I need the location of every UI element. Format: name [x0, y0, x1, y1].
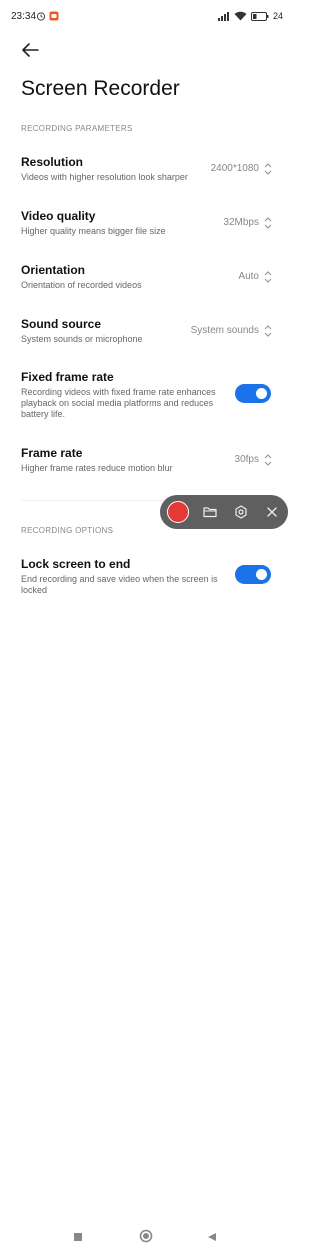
folder-icon[interactable] [202, 504, 218, 520]
page-title: Screen Recorder [21, 77, 180, 100]
alarm-icon [36, 12, 46, 21]
setting-subtitle: Videos with higher resolution look sharp… [21, 172, 188, 182]
setting-subtitle: End recording and save video when the sc… [21, 574, 218, 595]
setting-value: System sounds [190, 325, 259, 336]
floating-record-bar[interactable] [160, 495, 288, 529]
circle-icon[interactable] [139, 1229, 153, 1243]
chevron-up-down-icon [264, 271, 272, 283]
setting-value: 32Mbps [223, 217, 259, 228]
setting-video-quality[interactable]: Video quality Higher quality means bigge… [0, 204, 293, 246]
setting-title: Frame rate [21, 446, 83, 460]
section-label-recording-parameters: RECORDING PARAMETERS [21, 124, 133, 133]
chevron-up-down-icon [264, 217, 272, 229]
toggle-knob [256, 569, 267, 580]
setting-resolution[interactable]: Resolution Videos with higher resolution… [0, 150, 293, 192]
square-icon[interactable] [73, 1232, 83, 1242]
fixed-frame-rate-toggle[interactable] [235, 384, 271, 403]
setting-title: Orientation [21, 263, 86, 277]
setting-subtitle: Higher quality means bigger file size [21, 226, 166, 236]
setting-title: Sound source [21, 317, 102, 331]
setting-value: 2400*1080 [210, 163, 259, 174]
arrow-left-icon [22, 43, 39, 57]
status-bar: 23:34 24 [0, 0, 293, 34]
toggle-knob [256, 388, 267, 399]
close-icon[interactable] [264, 504, 280, 520]
setting-lock-screen-to-end[interactable]: Lock screen to end End recording and sav… [0, 553, 293, 599]
back-button[interactable] [18, 38, 42, 62]
setting-title: Video quality [21, 209, 96, 223]
setting-value: 30fps [234, 454, 259, 465]
setting-value: Auto [238, 271, 259, 282]
chevron-up-down-icon [264, 325, 272, 337]
setting-orientation[interactable]: Orientation Orientation of recorded vide… [0, 258, 293, 300]
status-notification-icons [36, 11, 59, 21]
setting-subtitle: System sounds or microphone [21, 334, 143, 344]
setting-title: Lock screen to end [21, 557, 131, 571]
record-button[interactable] [167, 501, 189, 523]
chevron-up-down-icon [264, 163, 272, 175]
status-system-icons: 24 [217, 11, 283, 21]
navigation-bar [0, 610, 293, 1243]
setting-frame-rate[interactable]: Frame rate Higher frame rates reduce mot… [0, 441, 293, 483]
signal-icon [217, 11, 229, 21]
setting-subtitle: Recording videos with fixed frame rate e… [21, 387, 216, 419]
lock-screen-to-end-toggle[interactable] [235, 565, 271, 584]
battery-percent: 24 [272, 11, 283, 21]
setting-fixed-frame-rate[interactable]: Fixed frame rate Recording videos with f… [0, 366, 293, 430]
setting-subtitle: Orientation of recorded videos [21, 280, 142, 290]
setting-title: Fixed frame rate [21, 370, 114, 384]
setting-sound-source[interactable]: Sound source System sounds or microphone… [0, 312, 293, 354]
setting-title: Resolution [21, 155, 83, 169]
section-label-recording-options: RECORDING OPTIONS [21, 526, 114, 535]
wifi-icon [234, 11, 247, 21]
settings-icon[interactable] [233, 504, 249, 520]
battery-icon [250, 11, 269, 21]
status-time: 23:34 [11, 11, 37, 22]
setting-subtitle: Higher frame rates reduce motion blur [21, 463, 173, 473]
app-notification-icon [49, 11, 59, 21]
chevron-up-down-icon [264, 454, 272, 466]
triangle-back-icon[interactable] [207, 1232, 217, 1242]
